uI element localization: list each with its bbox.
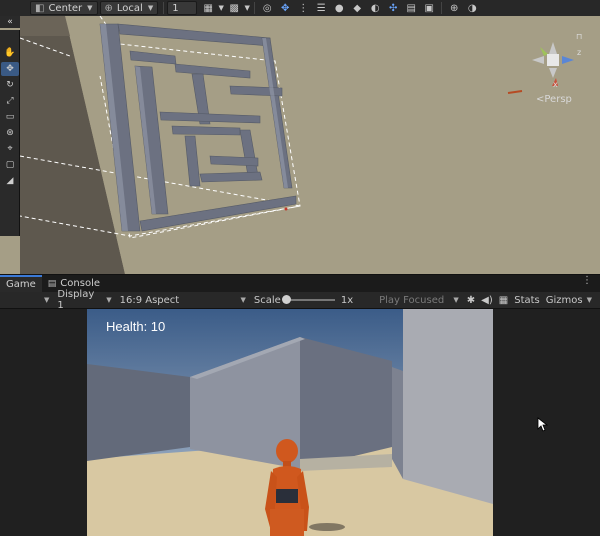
toolbar-divider (441, 2, 443, 14)
stats-label: Stats (514, 294, 540, 306)
move-tool-icon[interactable]: ✥ (1, 62, 19, 76)
health-label: Health: 10 (106, 319, 166, 334)
collapse-overlay-icon[interactable]: « (0, 16, 20, 28)
toolbar-divider (254, 2, 256, 14)
gizmos-label: Gizmos (545, 294, 583, 306)
toolbar-divider (163, 2, 165, 14)
hand-tool-icon[interactable]: ✋ (1, 46, 19, 60)
global-sphere-icon[interactable]: ⊕ (445, 1, 463, 15)
hierarchy-icon[interactable]: ⋮ (294, 1, 312, 15)
chevron-down-icon[interactable]: ▼ (243, 1, 251, 15)
chevron-down-icon: ▼ (147, 4, 154, 12)
display-label: Display 1 (57, 289, 95, 311)
game-panel: Health: 10 (0, 309, 600, 536)
scale-slider[interactable] (281, 295, 335, 304)
play-mode-label: Play Focused (379, 294, 445, 306)
tab-game[interactable]: Game (0, 275, 42, 292)
scale-tool-icon[interactable]: ⤢ (1, 94, 19, 108)
grid-size-field[interactable]: 1 (167, 1, 198, 15)
camera-icon[interactable]: ▣ (420, 1, 438, 15)
aspect-dropdown[interactable]: 16:9 Aspect ▼ (120, 295, 246, 306)
grid-snap-icon[interactable]: ▦ (199, 1, 217, 15)
tools-icon[interactable]: ▤ (402, 1, 420, 15)
console-tab-label: Console (60, 278, 100, 289)
chevron-down-icon: ▼ (240, 296, 246, 304)
z-axis-label: z (577, 48, 582, 57)
chevron-down-icon[interactable]: ▼ (217, 1, 225, 15)
space-dropdown[interactable]: ⊕ Local ▼ (99, 1, 159, 15)
scene-toolbar: ◧ Center ▼ ⊕ Local ▼ 1 ▦ ▼ ▩ ▼ ◎ ✥ ⋮ ☰ ●… (0, 0, 600, 16)
chevron-down-icon: ▼ (453, 296, 459, 304)
unity-editor: ◧ Center ▼ ⊕ Local ▼ 1 ▦ ▼ ▩ ▼ ◎ ✥ ⋮ ☰ ●… (0, 0, 600, 536)
render-sphere-icon[interactable]: ◑ (463, 1, 481, 15)
game-tab-label: Game (6, 279, 36, 290)
increment-snap-icon[interactable]: ▩ (225, 1, 243, 15)
display-dropdown[interactable]: Display 1 ▼ (57, 289, 111, 311)
effects-icon[interactable]: ◆ (348, 1, 366, 15)
chevron-down-icon: ▼ (586, 296, 592, 304)
scale-label: Scale (253, 294, 281, 306)
x-axis-label: x (553, 80, 558, 89)
scene-maze-render (19, 16, 600, 274)
scene-viewport[interactable]: z x ⊓ (0, 16, 600, 274)
projection-label[interactable]: <Persp (536, 94, 572, 105)
terrain-tool-icon[interactable]: ◢ (1, 174, 19, 188)
space-label: Local (116, 2, 143, 14)
chevron-down-icon: ▼ (106, 296, 112, 304)
lock-icon[interactable]: ⊓ (576, 32, 582, 41)
game-viewport[interactable]: Health: 10 (87, 309, 493, 536)
pivot-label: Center (48, 2, 83, 14)
collider-tool-icon[interactable]: ▢ (1, 158, 19, 172)
audio-icon[interactable]: ◀) (481, 295, 493, 306)
keyboard-icon[interactable]: ▦ (499, 295, 508, 306)
game-scene-render (87, 309, 493, 536)
scale-control[interactable]: Scale 1x (254, 295, 353, 306)
gizmo-toggle-icon[interactable]: ✣ (384, 1, 402, 15)
game-toolbar: ▼ Display 1 ▼ 16:9 Aspect ▼ Scale 1x Pla… (0, 289, 600, 311)
more-options-icon[interactable]: ⋮ (574, 275, 600, 292)
rotate-tool-icon[interactable]: ↻ (1, 78, 19, 92)
shading-sphere-icon[interactable]: ● (330, 1, 348, 15)
mouse-cursor-icon (537, 417, 549, 432)
view-options-icon[interactable]: ☰ (312, 1, 330, 15)
play-mode-dropdown[interactable]: Play Focused ▼ (379, 295, 459, 306)
stats-button[interactable]: Stats (514, 295, 540, 306)
pivot-icon: ◧ (35, 2, 45, 14)
aspect-label: 16:9 Aspect (119, 294, 180, 306)
hidden-objects-icon[interactable]: ◐ (366, 1, 384, 15)
grid-size-value: 1 (172, 2, 179, 14)
draw-mode-icon[interactable]: ◎ (258, 1, 276, 15)
bug-icon[interactable]: ✱ (467, 295, 475, 306)
game-mode-dropdown[interactable]: ▼ (40, 296, 49, 304)
pivot-dropdown[interactable]: ◧ Center ▼ (30, 1, 98, 15)
scale-value: 1x (340, 294, 354, 306)
custom-tool-icon[interactable]: ⌖ (1, 142, 19, 156)
scale-slider-knob[interactable] (281, 295, 291, 304)
space-icon: ⊕ (104, 2, 113, 14)
console-icon: ▤ (47, 278, 57, 289)
tool-palette: ✋ ✥ ↻ ⤢ ▭ ⊛ ⌖ ▢ ◢ (0, 30, 20, 236)
chevron-down-icon: ▼ (44, 296, 50, 304)
gizmos-button[interactable]: Gizmos ▼ (546, 295, 592, 306)
rect-tool-icon[interactable]: ▭ (1, 110, 19, 124)
chevron-down-icon: ▼ (87, 4, 93, 12)
move-gizmo-icon[interactable]: ✥ (276, 1, 294, 15)
transform-tool-icon[interactable]: ⊛ (1, 126, 19, 140)
